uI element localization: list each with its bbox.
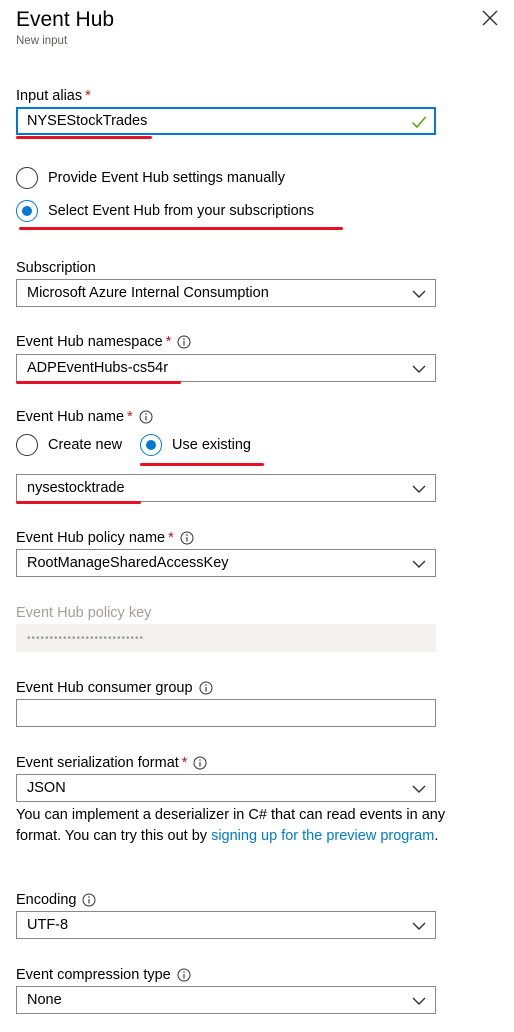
encoding-dropdown[interactable]: UTF-8	[16, 911, 436, 939]
input-alias-label: Input alias *	[16, 88, 91, 104]
radio-button[interactable]	[16, 434, 38, 456]
input-alias-field[interactable]: NYSEStockTrades	[16, 107, 436, 135]
required-marker: *	[85, 88, 91, 104]
radio-manual-settings[interactable]: Provide Event Hub settings manually	[16, 167, 285, 189]
consumer-group-field[interactable]	[16, 699, 436, 727]
annotation-underline	[19, 227, 343, 230]
chevron-down-icon	[412, 997, 426, 1005]
preview-program-link[interactable]: signing up for the preview program	[211, 828, 434, 844]
chevron-down-icon	[412, 365, 426, 373]
info-icon[interactable]	[139, 410, 153, 424]
info-icon[interactable]	[82, 893, 96, 907]
hub-name-dropdown[interactable]: nysestocktrade	[16, 474, 436, 502]
radio-button-selected[interactable]	[16, 200, 38, 222]
serialization-label: Event serialization format *	[16, 755, 207, 771]
chevron-down-icon	[412, 560, 426, 568]
subscription-dropdown[interactable]: Microsoft Azure Internal Consumption	[16, 279, 436, 307]
annotation-underline	[16, 136, 152, 139]
encoding-label: Encoding	[16, 892, 96, 908]
info-icon[interactable]	[180, 531, 194, 545]
chevron-down-icon	[412, 922, 426, 930]
annotation-underline	[16, 501, 141, 504]
radio-button[interactable]	[16, 167, 38, 189]
radio-select-from-subscriptions[interactable]: Select Event Hub from your subscriptions	[16, 200, 314, 222]
info-icon[interactable]	[177, 335, 191, 349]
serialization-help-text: You can implement a deserializer in C# t…	[16, 807, 446, 844]
annotation-underline	[140, 463, 264, 466]
namespace-dropdown[interactable]: ADPEventHubs-cs54r	[16, 354, 436, 382]
required-marker: *	[168, 530, 174, 546]
compression-label: Event compression type	[16, 967, 191, 983]
panel-title: Event Hub	[16, 8, 115, 31]
subscription-label: Subscription	[16, 260, 96, 276]
chevron-down-icon	[412, 290, 426, 298]
radio-button-selected[interactable]	[140, 434, 162, 456]
panel-subtitle: New input	[16, 35, 68, 47]
chevron-down-icon	[412, 785, 426, 793]
namespace-label: Event Hub namespace *	[16, 334, 191, 350]
info-icon[interactable]	[193, 756, 207, 770]
required-marker: *	[165, 334, 172, 350]
policy-name-dropdown[interactable]: RootManageSharedAccessKey	[16, 549, 436, 577]
serialization-dropdown[interactable]: JSON	[16, 774, 436, 802]
hub-name-label: Event Hub name *	[16, 409, 153, 425]
required-marker: *	[181, 755, 188, 771]
compression-dropdown[interactable]: None	[16, 986, 436, 1014]
info-icon[interactable]	[199, 681, 213, 695]
required-marker: *	[127, 409, 133, 425]
close-icon[interactable]	[479, 7, 501, 29]
policy-key-field: ••••••••••••••••••••••••••	[16, 624, 436, 652]
consumer-group-label: Event Hub consumer group	[16, 680, 213, 696]
radio-use-existing[interactable]: Use existing	[140, 434, 251, 456]
checkmark-icon	[411, 116, 427, 129]
radio-create-new[interactable]: Create new	[16, 434, 122, 456]
info-icon[interactable]	[177, 968, 191, 982]
policy-key-label: Event Hub policy key	[16, 605, 152, 621]
annotation-underline	[16, 381, 181, 384]
policy-name-label: Event Hub policy name *	[16, 530, 194, 546]
chevron-down-icon	[412, 485, 426, 493]
